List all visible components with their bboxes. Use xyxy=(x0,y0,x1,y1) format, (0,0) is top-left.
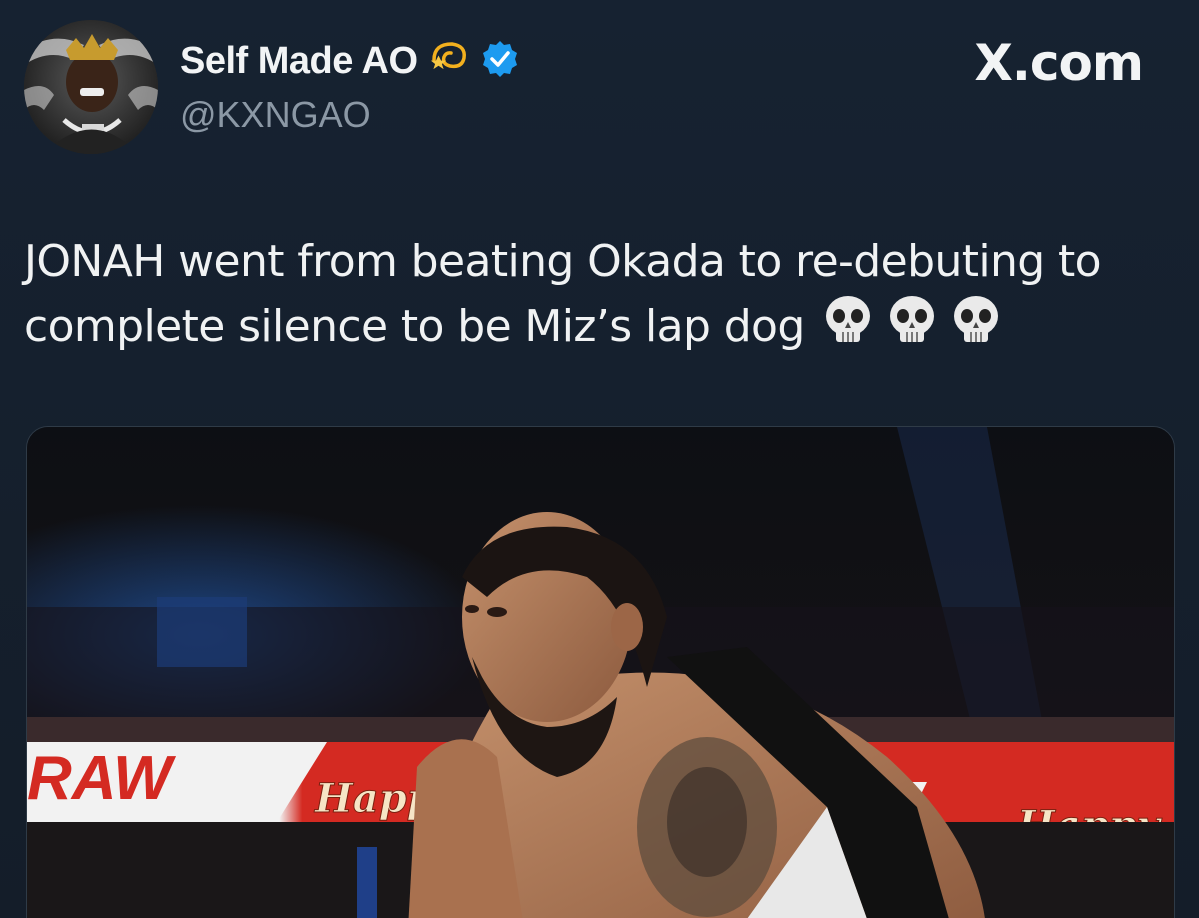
tweet-text-line-2-text: complete silence to be Miz’s lap dog xyxy=(24,301,805,352)
tweet-text-line-2: complete silence to be Miz’s lap dog xyxy=(24,294,1174,364)
display-name[interactable]: Self Made AO xyxy=(180,40,418,83)
tweet-text-line-1: JONAH went from beating Okada to re-debu… xyxy=(24,236,1102,287)
emoji-group xyxy=(823,294,1001,364)
tweet-text: JONAH went from beating Okada to re-debu… xyxy=(24,230,1174,364)
brand-label: X.com xyxy=(974,34,1144,92)
skull-icon xyxy=(951,294,1001,364)
verified-badge-icon xyxy=(480,39,520,84)
avatar[interactable]: 180 xyxy=(24,20,158,154)
media-image: RAW Happy Happy 9 xyxy=(27,427,1174,918)
tweet-media[interactable]: RAW Happy Happy 9 xyxy=(26,426,1175,918)
author-handle[interactable]: @KXNGAO xyxy=(180,94,371,136)
dizzy-icon xyxy=(428,38,470,85)
banner-raw-logo: RAW xyxy=(27,744,176,813)
skull-icon xyxy=(823,294,873,364)
tweet-card: 180 Self Made AO @KXNGAO X.com JONAH wen… xyxy=(0,0,1199,918)
skull-icon xyxy=(887,294,937,364)
author-name-row: Self Made AO xyxy=(180,36,520,86)
avatar-image: 180 xyxy=(24,20,158,154)
